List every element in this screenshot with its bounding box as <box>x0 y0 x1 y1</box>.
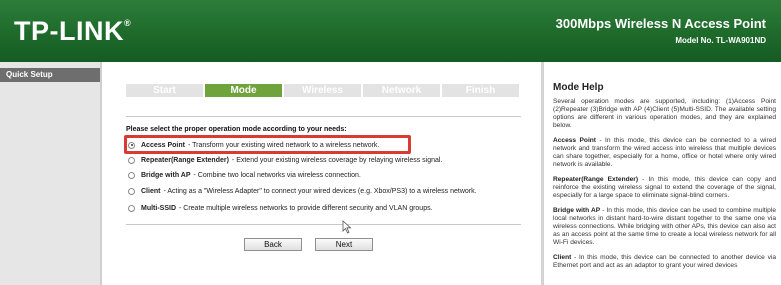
help-section-repeater: Repeater(Range Extender) - In this mode,… <box>553 176 776 200</box>
help-section-access-point: Access Point - In this mode, this device… <box>553 137 776 169</box>
header-bar: TP-LINK® 300Mbps Wireless N Access Point… <box>0 0 781 62</box>
model-number: Model No. TL-WA901ND <box>675 36 766 45</box>
option-access-point[interactable]: Access Point - Transform your existing w… <box>128 140 379 150</box>
step-network-settings: Network Settings <box>363 84 440 109</box>
option-desc: - Create multiple wireless networks to p… <box>179 204 433 212</box>
radio-client[interactable] <box>128 187 135 195</box>
divider <box>126 224 521 225</box>
mouse-pointer-icon <box>342 220 352 234</box>
option-repeater[interactable]: Repeater(Range Extender) - Extend your e… <box>128 155 442 165</box>
help-term: Client <box>553 254 572 261</box>
help-term: Bridge with AP <box>553 207 601 214</box>
wizard-steps: Start Mode Wireless Settings Network Set… <box>126 84 519 109</box>
radio-repeater[interactable] <box>128 156 135 164</box>
step-start: Start <box>126 84 203 97</box>
step-mode: Mode <box>205 84 282 97</box>
option-desc: - Transform your existing wired network … <box>187 141 380 149</box>
mode-prompt: Please select the proper operation mode … <box>126 126 347 133</box>
help-term: Access Point <box>553 137 597 144</box>
help-section-bridge: Bridge with AP - In this mode, this devi… <box>553 207 776 247</box>
divider <box>126 116 521 117</box>
main-panel: Start Mode Wireless Settings Network Set… <box>102 62 541 285</box>
sidebar-item-quick-setup[interactable]: Quick Setup <box>0 68 100 82</box>
option-name: Client <box>141 187 161 195</box>
option-name: Bridge with AP <box>141 171 191 179</box>
option-client[interactable]: Client - Acting as a "Wireless Adapter" … <box>128 186 477 196</box>
sidebar: Quick Setup <box>0 62 102 285</box>
next-button[interactable]: Next <box>315 238 373 251</box>
back-button[interactable]: Back <box>244 238 302 251</box>
option-name: Access Point <box>141 141 185 149</box>
help-title: Mode Help <box>553 82 604 93</box>
tp-link-logo: TP-LINK® <box>14 16 132 46</box>
radio-bridge-with-ap[interactable] <box>128 171 135 179</box>
radio-multi-ssid[interactable] <box>128 204 135 212</box>
option-bridge-with-ap[interactable]: Bridge with AP - Combine two local netwo… <box>128 170 361 180</box>
radio-access-point[interactable] <box>128 141 135 149</box>
step-wireless-settings: Wireless Settings <box>284 84 361 109</box>
product-title: 300Mbps Wireless N Access Point <box>555 16 766 31</box>
help-term: Repeater(Range Extender) <box>553 176 639 183</box>
help-panel: Mode Help Several operation modes are su… <box>544 62 781 285</box>
help-intro: Several operation modes are supported, i… <box>553 98 776 129</box>
option-desc: - Acting as a "Wireless Adapter" to conn… <box>163 187 477 195</box>
option-name: Multi-SSID <box>141 204 176 212</box>
option-name: Repeater(Range Extender) <box>141 156 229 164</box>
help-section-client: Client - In this mode, this device can b… <box>553 254 776 270</box>
help-text: - In this mode, this device can be conne… <box>553 254 776 269</box>
option-desc: - Combine two local networks via wireles… <box>193 171 361 179</box>
option-desc: - Extend your existing wireless coverage… <box>231 156 443 164</box>
step-finish: Finish <box>442 84 519 97</box>
help-body: Several operation modes are supported, i… <box>553 98 776 277</box>
option-multi-ssid[interactable]: Multi-SSID - Create multiple wireless ne… <box>128 203 433 213</box>
